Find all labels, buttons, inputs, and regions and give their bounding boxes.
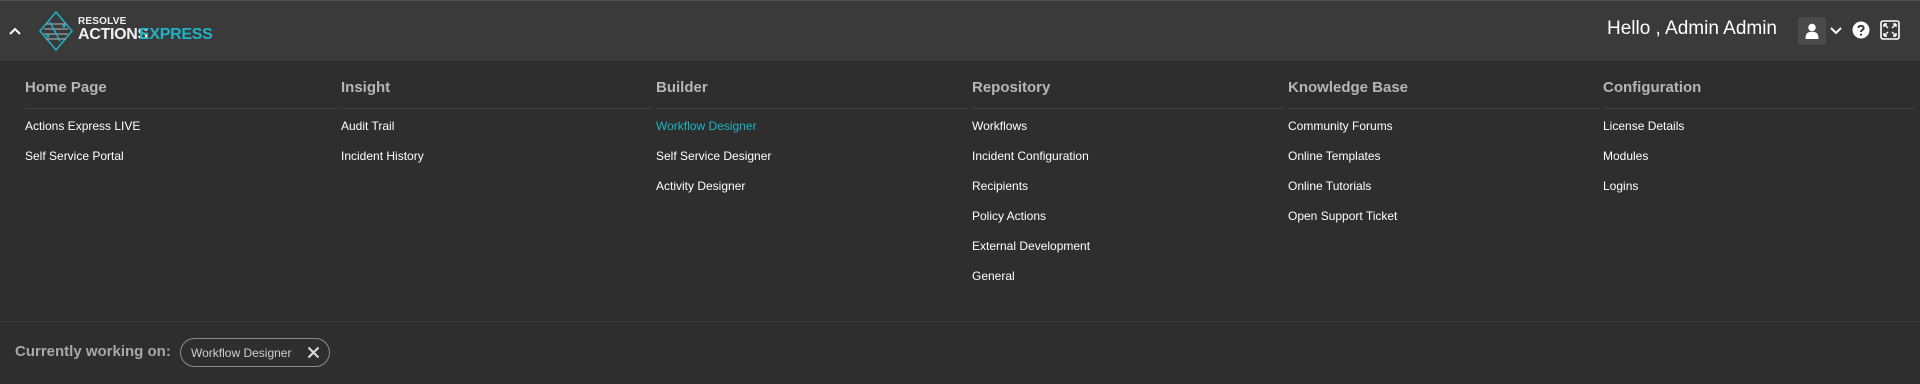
menu-item-incident-configuration[interactable]: Incident Configuration: [972, 141, 1284, 171]
logo-text-actions: ACTIONS: [78, 26, 148, 43]
menu-heading-builder: Builder: [656, 79, 968, 109]
close-icon[interactable]: [306, 345, 321, 360]
currently-working-label: Currently working on:: [15, 343, 171, 360]
menu-item-workflows[interactable]: Workflows: [972, 111, 1284, 141]
user-account-button[interactable]: [1798, 17, 1826, 45]
menu-item-general[interactable]: General: [972, 261, 1284, 291]
user-menu-dropdown[interactable]: [1830, 23, 1844, 39]
logo-mark-icon: [39, 10, 73, 52]
menu-column-configuration: Configuration License Details Modules Lo…: [1603, 79, 1915, 201]
menu-heading-repository: Repository: [972, 79, 1284, 109]
fullscreen-button[interactable]: [1880, 20, 1900, 40]
menu-item-modules[interactable]: Modules: [1603, 141, 1915, 171]
chevron-up-icon: [9, 27, 21, 35]
menu-heading-home-page: Home Page: [25, 79, 337, 109]
menu-item-self-service-designer[interactable]: Self Service Designer: [656, 141, 968, 171]
menu-item-audit-trail[interactable]: Audit Trail: [341, 111, 653, 141]
menu-item-recipients[interactable]: Recipients: [972, 171, 1284, 201]
menu-column-knowledge-base: Knowledge Base Community Forums Online T…: [1288, 79, 1600, 231]
help-circle-icon: [1852, 21, 1870, 39]
menu-item-online-tutorials[interactable]: Online Tutorials: [1288, 171, 1600, 201]
navigation-menu: Home Page Actions Express LIVE Self Serv…: [0, 61, 1920, 321]
menu-item-license-details[interactable]: License Details: [1603, 111, 1915, 141]
logo-text-express: EXPRESS: [139, 26, 213, 43]
menu-heading-insight: Insight: [341, 79, 653, 109]
menu-item-external-development[interactable]: External Development: [972, 231, 1284, 261]
top-bar: RESOLVE ACTIONS EXPRESS Hello , Admin Ad…: [0, 0, 1920, 61]
app-logo[interactable]: RESOLVE ACTIONS EXPRESS: [38, 10, 213, 52]
collapse-menu-button[interactable]: [6, 20, 24, 42]
menu-heading-knowledge-base: Knowledge Base: [1288, 79, 1600, 109]
working-on-chip-label: Workflow Designer: [191, 345, 292, 360]
menu-column-builder: Builder Workflow Designer Self Service D…: [656, 79, 968, 201]
menu-item-incident-history[interactable]: Incident History: [341, 141, 653, 171]
menu-item-community-forums[interactable]: Community Forums: [1288, 111, 1600, 141]
menu-heading-configuration: Configuration: [1603, 79, 1915, 109]
expand-icon: [1880, 20, 1900, 40]
menu-item-workflow-designer[interactable]: Workflow Designer: [656, 111, 968, 141]
menu-item-open-support-ticket[interactable]: Open Support Ticket: [1288, 201, 1600, 231]
chevron-down-icon: [1830, 27, 1842, 35]
help-button[interactable]: [1852, 21, 1870, 39]
menu-item-self-service-portal[interactable]: Self Service Portal: [25, 141, 337, 171]
menu-item-policy-actions[interactable]: Policy Actions: [972, 201, 1284, 231]
menu-item-online-templates[interactable]: Online Templates: [1288, 141, 1600, 171]
working-on-chip[interactable]: Workflow Designer: [180, 338, 330, 367]
menu-column-home-page: Home Page Actions Express LIVE Self Serv…: [25, 79, 337, 171]
user-greeting: Hello , Admin Admin: [1606, 18, 1777, 39]
menu-item-actions-express-live[interactable]: Actions Express LIVE: [25, 111, 337, 141]
menu-column-repository: Repository Workflows Incident Configurat…: [972, 79, 1284, 291]
section-divider: [0, 321, 1920, 322]
user-icon: [1805, 23, 1819, 39]
menu-item-logins[interactable]: Logins: [1603, 171, 1915, 201]
menu-column-insight: Insight Audit Trail Incident History: [341, 79, 653, 171]
menu-item-activity-designer[interactable]: Activity Designer: [656, 171, 968, 201]
